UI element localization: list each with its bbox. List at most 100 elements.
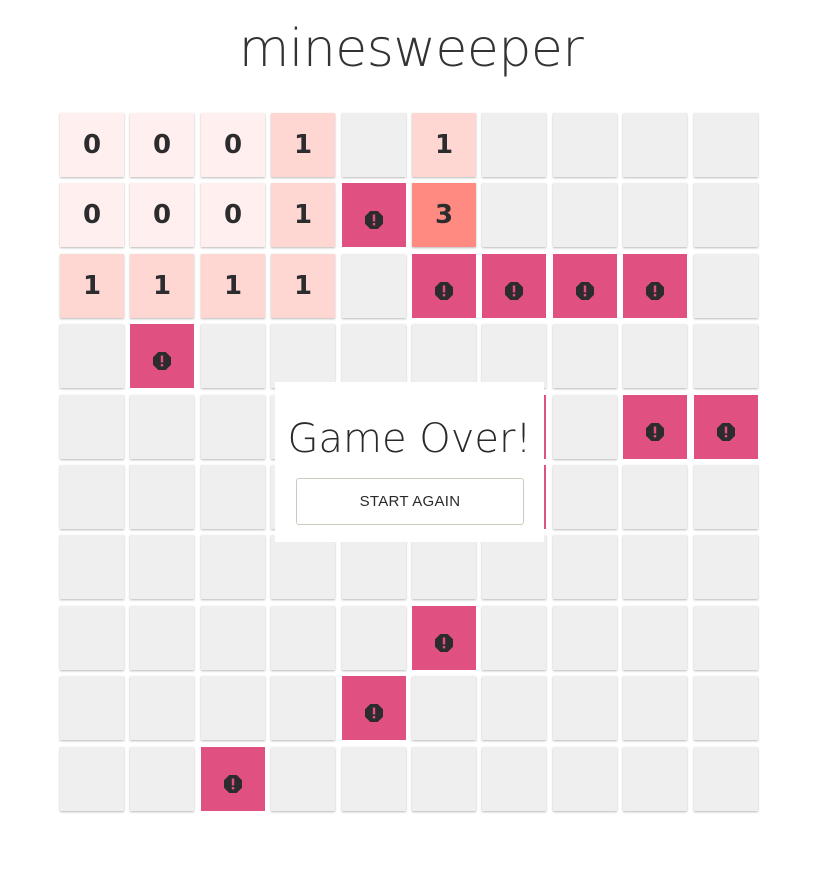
- hidden-cell[interactable]: [623, 535, 687, 599]
- mine-cell[interactable]: [412, 606, 476, 670]
- mine-cell[interactable]: [482, 254, 546, 318]
- hidden-cell[interactable]: [482, 606, 546, 670]
- hidden-cell[interactable]: [130, 535, 194, 599]
- hidden-cell[interactable]: [60, 465, 124, 529]
- hidden-cell[interactable]: [271, 747, 335, 811]
- hidden-cell[interactable]: [623, 324, 687, 388]
- hidden-cell[interactable]: [342, 113, 406, 177]
- hidden-cell[interactable]: [201, 676, 265, 740]
- revealed-cell[interactable]: 0: [130, 113, 194, 177]
- hidden-cell[interactable]: [60, 676, 124, 740]
- mine-cell[interactable]: [412, 254, 476, 318]
- hidden-cell[interactable]: [694, 676, 758, 740]
- hidden-cell[interactable]: [342, 324, 406, 388]
- hidden-cell[interactable]: [60, 535, 124, 599]
- hidden-cell[interactable]: [553, 676, 617, 740]
- hidden-cell[interactable]: [623, 113, 687, 177]
- hidden-cell[interactable]: [201, 324, 265, 388]
- start-again-button[interactable]: START AGAIN: [296, 478, 524, 525]
- revealed-cell[interactable]: 3: [412, 183, 476, 247]
- hidden-cell[interactable]: [271, 606, 335, 670]
- revealed-cell[interactable]: 1: [60, 254, 124, 318]
- hidden-cell[interactable]: [130, 465, 194, 529]
- hidden-cell[interactable]: [412, 747, 476, 811]
- revealed-cell[interactable]: 1: [412, 113, 476, 177]
- hidden-cell[interactable]: [201, 535, 265, 599]
- mine-cell[interactable]: [623, 254, 687, 318]
- revealed-cell[interactable]: 0: [130, 183, 194, 247]
- hidden-cell[interactable]: [201, 395, 265, 459]
- mine-cell[interactable]: [130, 324, 194, 388]
- revealed-cell[interactable]: 1: [271, 254, 335, 318]
- hidden-cell[interactable]: [482, 535, 546, 599]
- hidden-cell[interactable]: [130, 606, 194, 670]
- mine-cell[interactable]: [694, 395, 758, 459]
- revealed-cell[interactable]: 0: [60, 113, 124, 177]
- mine-icon: [365, 206, 383, 229]
- hidden-cell[interactable]: [553, 606, 617, 670]
- hidden-cell[interactable]: [553, 113, 617, 177]
- revealed-cell[interactable]: 0: [60, 183, 124, 247]
- hidden-cell[interactable]: [553, 183, 617, 247]
- hidden-cell[interactable]: [553, 747, 617, 811]
- hidden-cell[interactable]: [623, 606, 687, 670]
- hidden-cell[interactable]: [694, 183, 758, 247]
- hidden-cell[interactable]: [60, 747, 124, 811]
- mine-icon: [717, 418, 735, 441]
- hidden-cell[interactable]: [694, 254, 758, 318]
- hidden-cell[interactable]: [342, 535, 406, 599]
- hidden-cell[interactable]: [130, 676, 194, 740]
- hidden-cell[interactable]: [412, 535, 476, 599]
- revealed-cell[interactable]: 1: [130, 254, 194, 318]
- hidden-cell[interactable]: [694, 324, 758, 388]
- hidden-cell[interactable]: [553, 535, 617, 599]
- hidden-cell[interactable]: [130, 747, 194, 811]
- hidden-cell[interactable]: [694, 113, 758, 177]
- hidden-cell[interactable]: [412, 676, 476, 740]
- hidden-cell[interactable]: [694, 606, 758, 670]
- hidden-cell[interactable]: [482, 676, 546, 740]
- mine-icon: [224, 770, 242, 793]
- hidden-cell[interactable]: [553, 324, 617, 388]
- hidden-cell[interactable]: [271, 324, 335, 388]
- hidden-cell[interactable]: [482, 113, 546, 177]
- hidden-cell[interactable]: [694, 465, 758, 529]
- hidden-cell[interactable]: [60, 324, 124, 388]
- hidden-cell[interactable]: [694, 535, 758, 599]
- hidden-cell[interactable]: [60, 606, 124, 670]
- hidden-cell[interactable]: [342, 606, 406, 670]
- cell-count: 1: [434, 130, 454, 160]
- revealed-cell[interactable]: 1: [271, 183, 335, 247]
- hidden-cell[interactable]: [201, 606, 265, 670]
- hidden-cell[interactable]: [482, 324, 546, 388]
- mine-cell[interactable]: [553, 254, 617, 318]
- cell-count: 1: [293, 271, 313, 301]
- hidden-cell[interactable]: [130, 395, 194, 459]
- revealed-cell[interactable]: 1: [201, 254, 265, 318]
- cell-count: 1: [152, 271, 172, 301]
- cell-count: 0: [152, 130, 172, 160]
- revealed-cell[interactable]: 1: [271, 113, 335, 177]
- hidden-cell[interactable]: [271, 676, 335, 740]
- mine-cell[interactable]: [623, 395, 687, 459]
- hidden-cell[interactable]: [412, 324, 476, 388]
- hidden-cell[interactable]: [553, 465, 617, 529]
- mine-cell[interactable]: [342, 676, 406, 740]
- revealed-cell[interactable]: 0: [201, 183, 265, 247]
- hidden-cell[interactable]: [201, 465, 265, 529]
- hidden-cell[interactable]: [553, 395, 617, 459]
- hidden-cell[interactable]: [342, 254, 406, 318]
- hidden-cell[interactable]: [271, 535, 335, 599]
- mine-cell[interactable]: [342, 183, 406, 247]
- hidden-cell[interactable]: [342, 747, 406, 811]
- hidden-cell[interactable]: [60, 395, 124, 459]
- hidden-cell[interactable]: [623, 465, 687, 529]
- hidden-cell[interactable]: [623, 676, 687, 740]
- hidden-cell[interactable]: [482, 747, 546, 811]
- revealed-cell[interactable]: 0: [201, 113, 265, 177]
- hidden-cell[interactable]: [623, 747, 687, 811]
- hidden-cell[interactable]: [694, 747, 758, 811]
- hidden-cell[interactable]: [482, 183, 546, 247]
- hidden-cell[interactable]: [623, 183, 687, 247]
- mine-cell[interactable]: [201, 747, 265, 811]
